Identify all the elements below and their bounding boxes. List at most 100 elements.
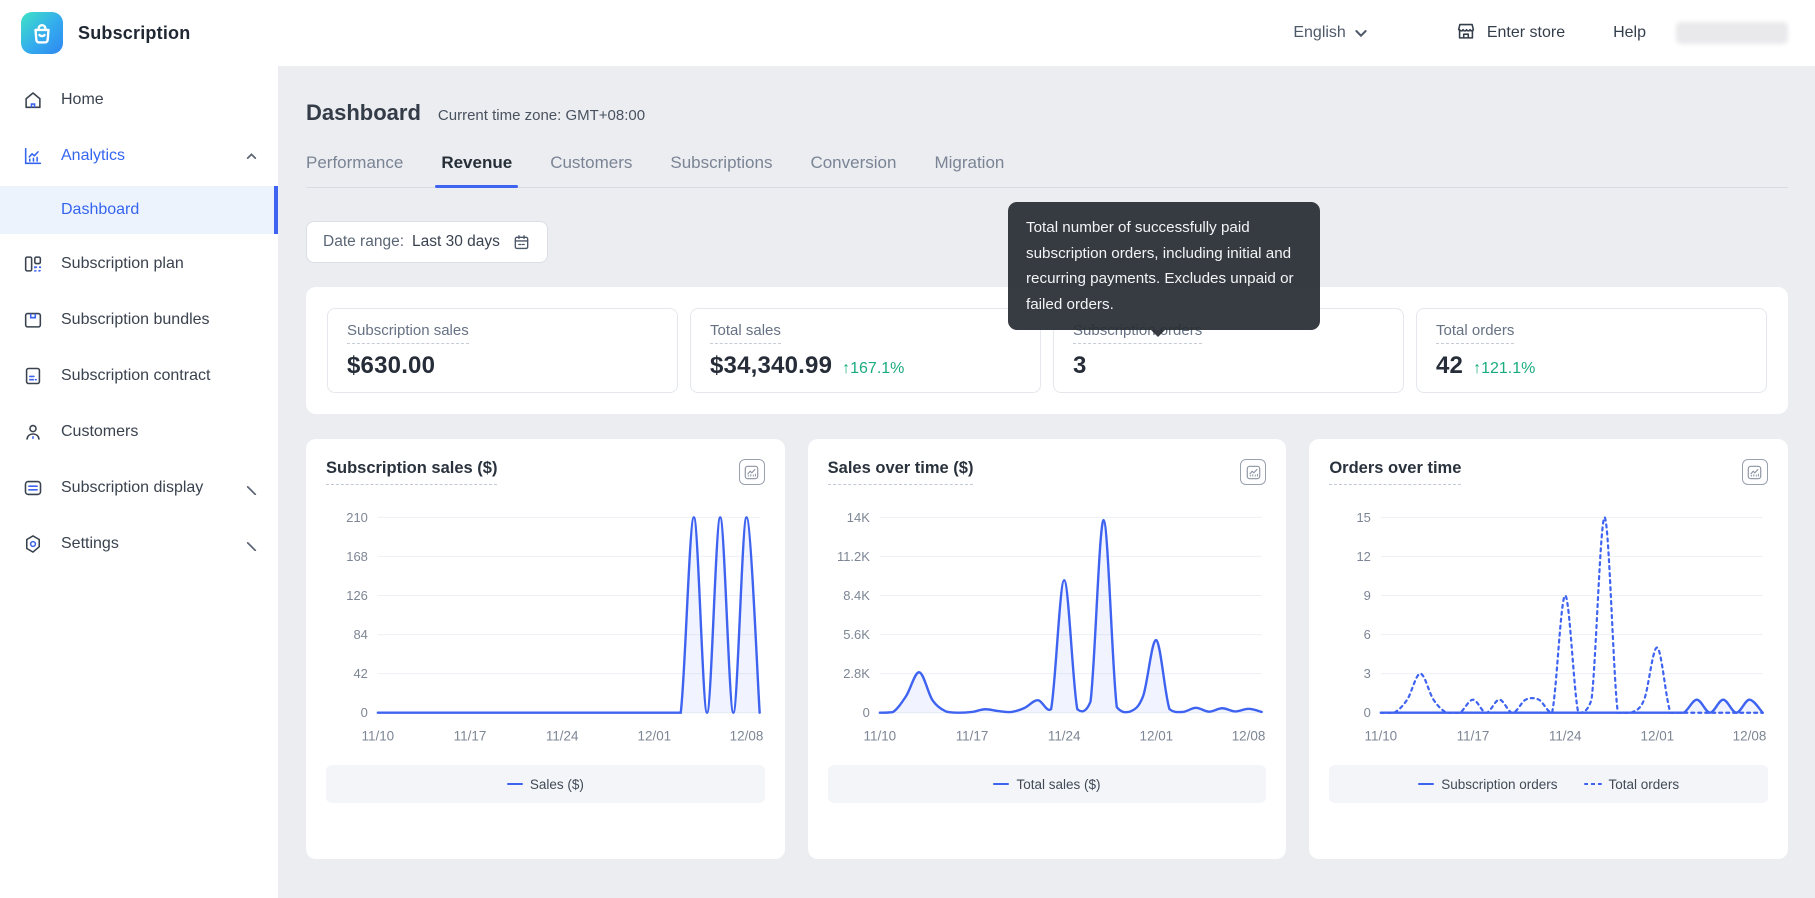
- sidebar-item-subscription-plan[interactable]: Subscription plan: [0, 238, 278, 290]
- sidebar-item-subscription-bundles[interactable]: Subscription bundles: [0, 294, 278, 346]
- stat-label[interactable]: Total orders: [1436, 322, 1514, 344]
- sidebar-item-label: Home: [61, 91, 258, 109]
- chart-head: Orders over time: [1329, 459, 1768, 485]
- svg-text:126: 126: [346, 588, 368, 603]
- svg-text:11/24: 11/24: [1549, 729, 1582, 744]
- stat-delta: ↑121.1%: [1473, 360, 1535, 378]
- storefront-icon: [1455, 20, 1477, 47]
- sidebar-nav: Home Analytics Dashboard Subscription plan S…: [0, 74, 278, 570]
- chart-title[interactable]: Orders over time: [1329, 459, 1461, 485]
- analytics-icon: [22, 145, 44, 167]
- chart-title[interactable]: Sales over time ($): [828, 459, 974, 485]
- chart-legend: Total sales ($): [828, 765, 1267, 803]
- chart-legend: Sales ($): [326, 765, 765, 803]
- stat-value: $34,340.99: [710, 352, 832, 380]
- chevron-down-icon: [245, 482, 258, 495]
- charts-row: Subscription sales ($)2101681268442011/1…: [306, 439, 1788, 859]
- app-header: Subscription English Enter store Help: [0, 0, 1815, 66]
- legend-item-total-orders[interactable]: Total orders: [1584, 777, 1680, 792]
- svg-text:11/17: 11/17: [955, 729, 988, 744]
- sidebar-item-dashboard[interactable]: Dashboard: [0, 186, 278, 234]
- date-range-select[interactable]: Date range: Last 30 days: [306, 221, 548, 263]
- sidebar-item-settings[interactable]: Settings: [0, 518, 278, 570]
- language-selector[interactable]: English: [1293, 24, 1368, 42]
- tab-revenue[interactable]: Revenue: [441, 153, 512, 187]
- enter-store-button[interactable]: Enter store: [1455, 20, 1565, 47]
- help-link[interactable]: Help: [1613, 24, 1646, 42]
- stat-card-total-orders: Total orders 42↑121.1%: [1416, 308, 1767, 393]
- tab-performance[interactable]: Performance: [306, 153, 403, 187]
- app-title: Subscription: [78, 23, 190, 44]
- sidebar-item-customers[interactable]: Customers: [0, 406, 278, 458]
- stat-value-row: 42↑121.1%: [1436, 352, 1747, 380]
- stat-card-total-sales: Total sales $34,340.99 ↑167.1%: [690, 308, 1041, 393]
- trend-up-icon: ↑: [1473, 360, 1481, 377]
- account-name-redacted: [1676, 22, 1788, 44]
- chevron-up-icon: [245, 150, 258, 163]
- date-range-value: Last 30 days: [412, 233, 500, 251]
- svg-text:11.2K: 11.2K: [837, 549, 870, 564]
- chart-type-icon[interactable]: [1240, 459, 1266, 485]
- sidebar-item-label: Subscription display: [61, 479, 228, 497]
- language-label: English: [1293, 24, 1345, 42]
- chart-legend: Subscription orders Total orders: [1329, 765, 1768, 803]
- chart-plot: 14K11.2K8.4K5.6K2.8K011/1011/1711/2412/0…: [828, 497, 1267, 757]
- legend-dashed-line-icon: [1584, 783, 1602, 786]
- legend-item-sales[interactable]: Sales ($): [507, 777, 584, 792]
- chart-plot: 2101681268442011/1011/1711/2412/0112/08: [326, 497, 765, 757]
- sidebar-item-analytics[interactable]: Analytics: [0, 130, 278, 182]
- svg-text:11/17: 11/17: [1457, 729, 1490, 744]
- page-head: Dashboard Current time zone: GMT+08:00: [306, 100, 1788, 126]
- sidebar-item-label: Customers: [61, 423, 258, 441]
- sidebar-item-subscription-display[interactable]: Subscription display: [0, 462, 278, 514]
- svg-text:9: 9: [1364, 588, 1371, 603]
- legend-solid-line-icon: [993, 783, 1009, 785]
- legend-solid-line-icon: [507, 783, 523, 785]
- svg-text:168: 168: [346, 549, 368, 564]
- date-range-label: Date range:: [323, 233, 404, 251]
- legend-label: Subscription orders: [1441, 777, 1557, 792]
- svg-text:12/08: 12/08: [1733, 729, 1767, 744]
- shopping-bag-icon: [27, 18, 57, 48]
- svg-text:0: 0: [862, 705, 869, 720]
- svg-text:14K: 14K: [846, 510, 869, 525]
- legend-label: Sales ($): [530, 777, 584, 792]
- chart-card-subscription-sales: Subscription sales ($)2101681268442011/1…: [306, 439, 785, 859]
- legend-item-total-sales[interactable]: Total sales ($): [993, 777, 1100, 792]
- chart-type-icon[interactable]: [1742, 459, 1768, 485]
- svg-text:11/24: 11/24: [546, 729, 579, 744]
- chart-head: Subscription sales ($): [326, 459, 765, 485]
- legend-solid-line-icon: [1418, 783, 1434, 785]
- legend-label: Total sales ($): [1016, 777, 1100, 792]
- stat-value-row: $630.00: [347, 352, 658, 380]
- sidebar-item-label: Dashboard: [61, 201, 139, 219]
- tab-migration[interactable]: Migration: [934, 153, 1004, 187]
- tab-subscriptions[interactable]: Subscriptions: [670, 153, 772, 187]
- stat-card-subscription-sales: Subscription sales $630.00: [327, 308, 678, 393]
- app-logo: [21, 12, 63, 54]
- home-icon: [22, 89, 44, 111]
- tab-customers[interactable]: Customers: [550, 153, 632, 187]
- stat-label[interactable]: Subscription sales: [347, 322, 469, 344]
- svg-text:11/10: 11/10: [863, 729, 896, 744]
- subscription-plan-icon: [22, 253, 44, 275]
- svg-text:12/01: 12/01: [1139, 729, 1173, 744]
- svg-text:11/10: 11/10: [362, 729, 395, 744]
- sidebar-item-home[interactable]: Home: [0, 74, 278, 126]
- stat-label[interactable]: Total sales: [710, 322, 781, 344]
- sidebar: Home Analytics Dashboard Subscription plan S…: [0, 66, 278, 898]
- sidebar-item-subscription-contract[interactable]: Subscription contract: [0, 350, 278, 402]
- sidebar-item-label: Analytics: [61, 147, 228, 165]
- svg-text:12/08: 12/08: [1231, 729, 1265, 744]
- legend-item-subscription-orders[interactable]: Subscription orders: [1418, 777, 1557, 792]
- tooltip-text: Total number of successfully paid subscr…: [1026, 219, 1294, 313]
- stat-delta: ↑167.1%: [842, 360, 904, 378]
- chart-type-icon[interactable]: [739, 459, 765, 485]
- tab-conversion[interactable]: Conversion: [810, 153, 896, 187]
- sidebar-item-label: Subscription bundles: [61, 311, 258, 329]
- subscription-orders-tooltip: Total number of successfully paid subscr…: [1008, 202, 1320, 330]
- svg-text:12: 12: [1357, 549, 1371, 564]
- chart-plot: 1512963011/1011/1711/2412/0112/08: [1329, 497, 1768, 757]
- svg-text:84: 84: [353, 627, 367, 642]
- chart-title[interactable]: Subscription sales ($): [326, 459, 497, 485]
